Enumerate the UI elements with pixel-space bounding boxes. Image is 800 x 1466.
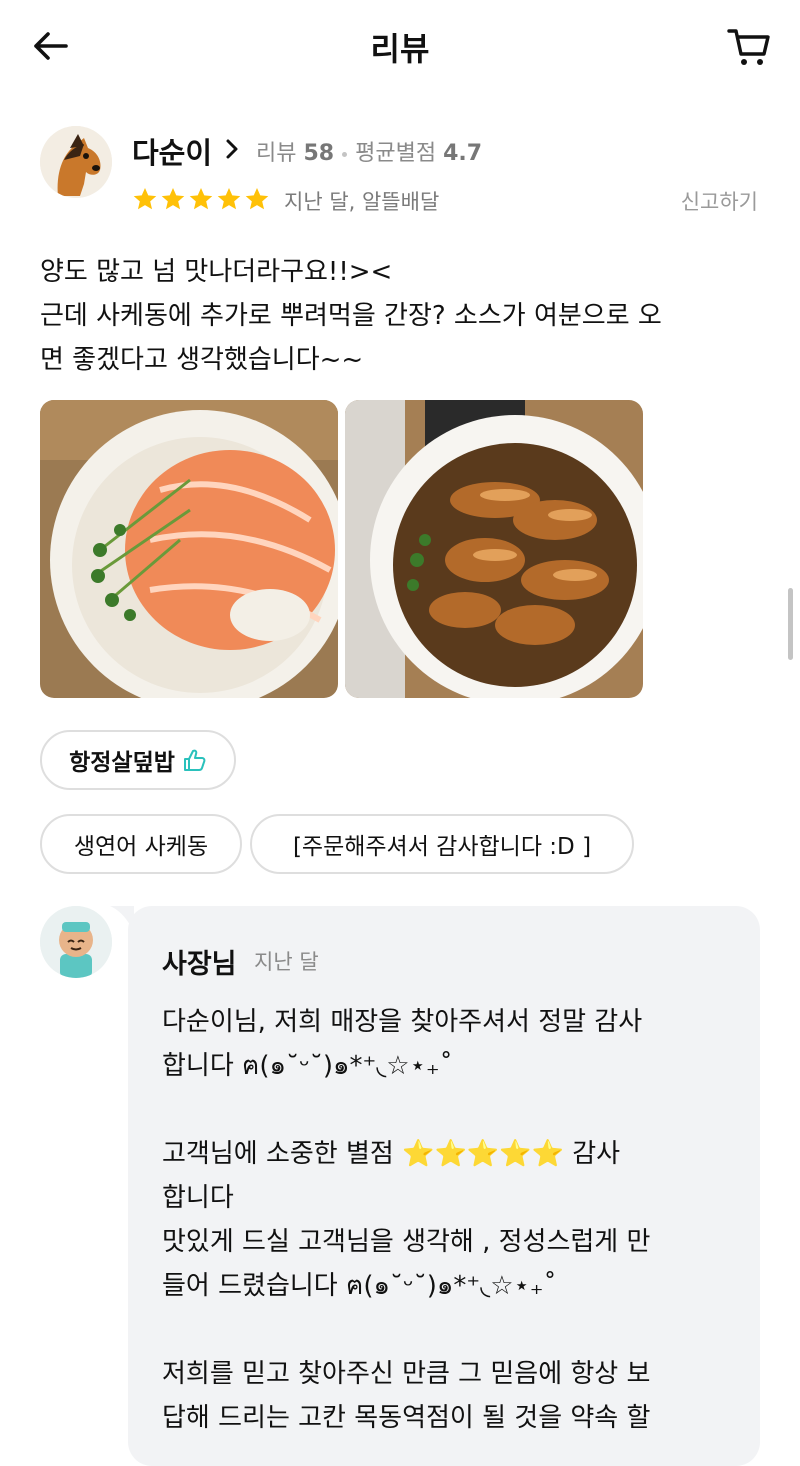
reviewer-name[interactable]: 다순이	[132, 130, 212, 172]
reply-line: 고객님에 소중한 별점 ⭐⭐⭐⭐⭐ 감사	[162, 1139, 621, 1169]
chef-avatar-icon	[40, 906, 112, 978]
reviewer-stats: 리뷰 58 평균별점 4.7	[256, 135, 482, 167]
reply-line	[162, 1088, 742, 1132]
review-photo-pork[interactable]	[345, 400, 643, 698]
reply-line: 다순이님, 저희 매장을 찾아주셔서 정말 감사	[162, 1007, 643, 1037]
salmon-bowl-photo	[40, 400, 338, 698]
rating-stars	[132, 186, 270, 214]
reply-line: 합니다 ฅ(๑˘ᵕ˘)๑*⁺◟☆⋆₊˚	[162, 1051, 453, 1081]
reply-line: 합니다	[162, 1183, 234, 1213]
report-button[interactable]: 신고하기	[681, 186, 758, 216]
top-app-bar: 리뷰	[0, 0, 800, 92]
reply-line: 들어 드렸습니다 ฅ(๑˘ᵕ˘)๑*⁺◟☆⋆₊˚	[162, 1271, 557, 1301]
reply-line: 저희를 믿고 찾아주신 만큼 그 믿음에 항상 보	[162, 1359, 651, 1389]
review-text-line: 양도 많고 넘 맛나더라구요!!><	[40, 257, 393, 287]
menu-chip-hangjeongsal[interactable]: 항정살덮밥	[40, 730, 236, 790]
reviewer-avatar[interactable]	[40, 126, 112, 198]
separator-dot	[342, 151, 348, 157]
chevron-right-icon[interactable]	[224, 138, 240, 160]
menu-chip-thanks[interactable]: [주문해주셔서 감사합니다 :D ]	[250, 814, 634, 874]
pork-belly-bowl-photo	[345, 400, 643, 698]
owner-reply-text: 다순이님, 저희 매장을 찾아주셔서 정말 감사 합니다 ฅ(๑˘ᵕ˘)๑*⁺◟…	[162, 1000, 742, 1440]
review-photo-salmon[interactable]	[40, 400, 338, 698]
menu-chip-salmon[interactable]: 생연어 사케동	[40, 814, 242, 874]
reply-line: 맛있게 드실 고객님을 생각해 , 정성스럽게 만	[162, 1227, 651, 1257]
thumbs-up-icon	[183, 749, 206, 771]
owner-avatar	[40, 906, 112, 978]
star-icon	[189, 187, 213, 210]
star-icon	[161, 187, 185, 210]
star-icon	[245, 187, 269, 210]
reply-line	[162, 1308, 742, 1352]
owner-reply-date: 지난 달	[254, 950, 319, 974]
horse-avatar-icon	[40, 126, 112, 198]
review-text: 양도 많고 넘 맛나더라구요!!>< 근데 사케동에 추가로 뿌려먹을 간장? …	[40, 250, 770, 382]
cart-icon[interactable]	[726, 24, 772, 70]
menu-chip-label: 항정살덮밥	[69, 750, 175, 776]
review-count: 58	[303, 141, 335, 166]
avg-rating-label: 평균별점	[355, 141, 437, 166]
review-text-line: 면 좋겠다고 생각했습니다~~	[40, 345, 364, 375]
page-title: 리뷰	[370, 30, 430, 68]
review-text-line: 근데 사케동에 추가로 뿌려먹을 간장? 소스가 여분으로 오	[40, 301, 662, 331]
star-icon	[217, 187, 241, 210]
scrollbar[interactable]	[788, 588, 793, 660]
reply-line: 답해 드리는 고칸 목동역점이 될 것을 약속 할	[162, 1403, 651, 1433]
review-date: 지난 달, 알뜰배달	[284, 190, 440, 214]
star-icon	[133, 187, 157, 210]
avg-rating: 4.7	[443, 141, 483, 166]
review-count-label: 리뷰	[256, 141, 297, 166]
owner-name: 사장님	[162, 949, 237, 980]
